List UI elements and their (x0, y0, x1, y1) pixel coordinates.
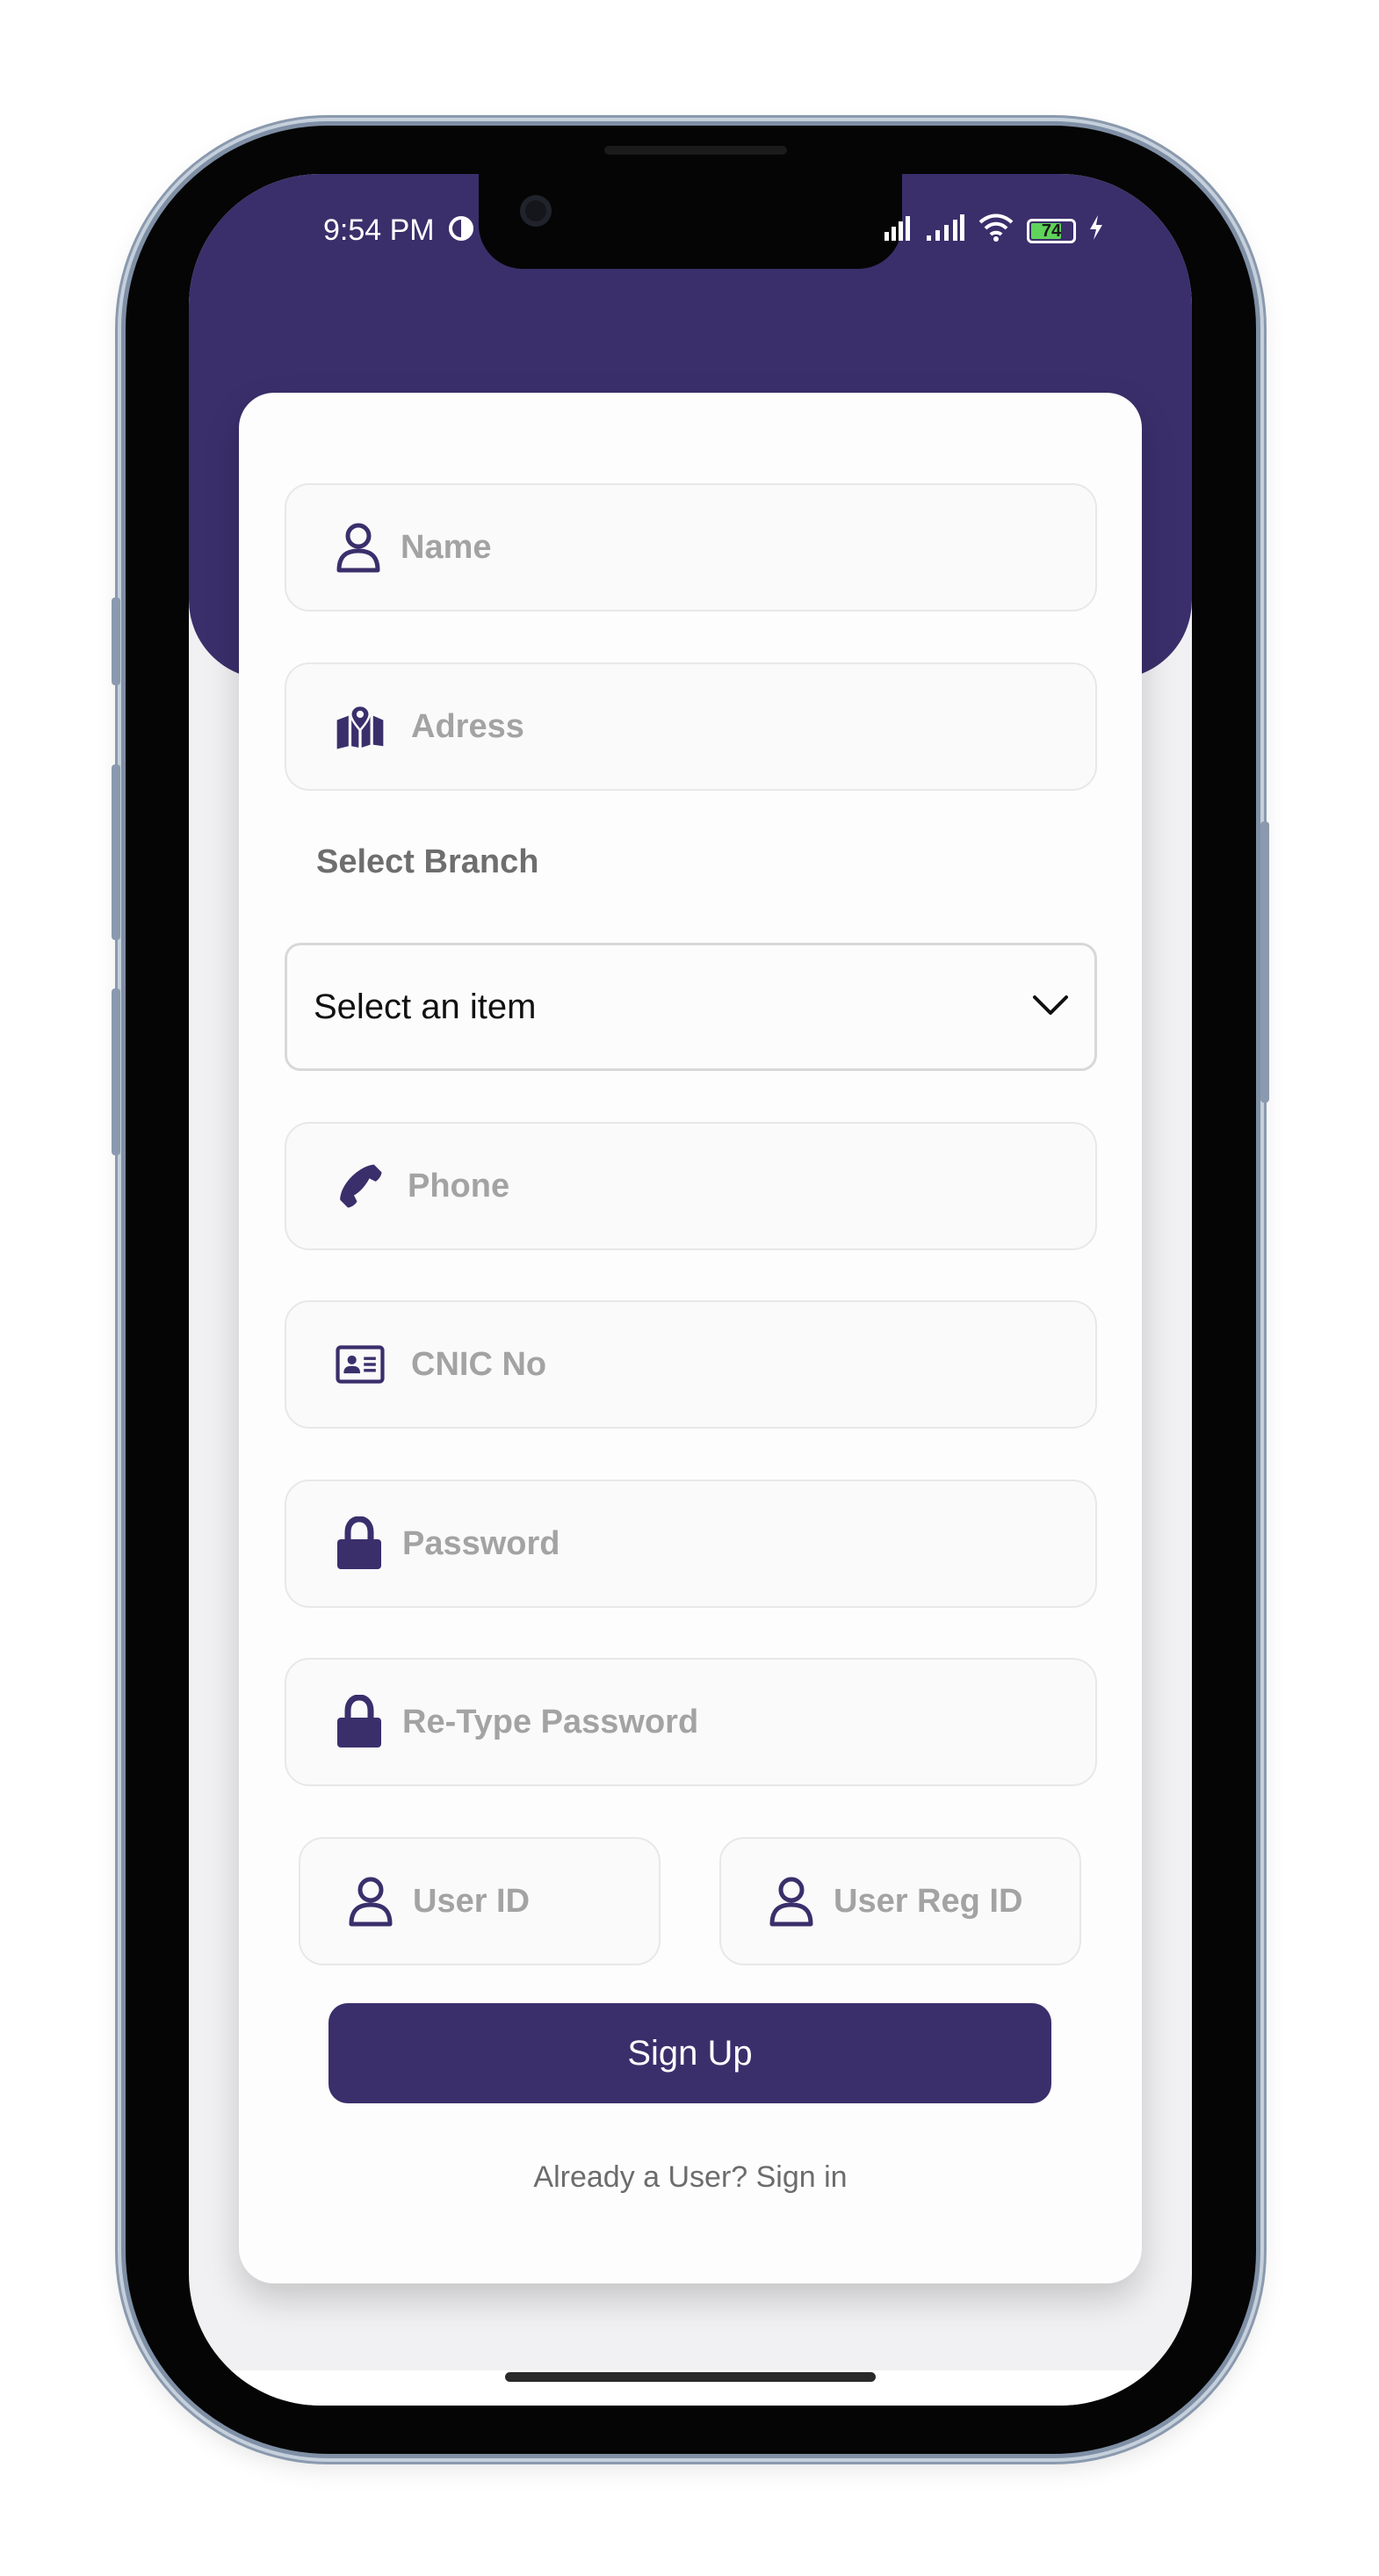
chevron-down-icon (1031, 993, 1070, 1022)
status-time: 9:54 PM (323, 213, 474, 250)
volume-down-button (112, 988, 120, 1155)
retype-password-input[interactable] (401, 1702, 1095, 1742)
map-pin-icon (336, 700, 385, 753)
camera-icon (520, 195, 552, 227)
address-input[interactable] (409, 706, 1095, 747)
password-input[interactable] (401, 1523, 1095, 1564)
signal-icon (883, 214, 913, 248)
signup-button[interactable]: Sign Up (329, 2003, 1051, 2103)
dnd-icon (448, 215, 474, 250)
signal-icon (925, 214, 965, 248)
battery-text: 74 (1041, 221, 1062, 241)
user-reg-id-field[interactable] (719, 1837, 1081, 1965)
status-icons: 74 (883, 213, 1104, 249)
person-icon (336, 521, 381, 574)
cnic-input[interactable] (409, 1344, 1095, 1385)
user-reg-id-input[interactable] (832, 1881, 1079, 1921)
silent-switch (112, 597, 120, 685)
retype-password-field[interactable] (285, 1658, 1097, 1786)
signin-link[interactable]: Already a User? Sign in (239, 2160, 1142, 2195)
home-indicator[interactable] (505, 2372, 876, 2382)
volume-up-button (112, 764, 120, 940)
charging-icon (1088, 214, 1104, 248)
earpiece-speaker (604, 146, 787, 155)
power-button (1260, 821, 1269, 1103)
phone-screen: Select Branch Select an item (189, 174, 1192, 2406)
wifi-icon (978, 213, 1014, 249)
lock-icon (336, 1695, 383, 1748)
branch-select-value: Select an item (314, 987, 537, 1026)
phone-input[interactable] (406, 1166, 1095, 1206)
password-field[interactable] (285, 1480, 1097, 1608)
person-icon (348, 1875, 393, 1928)
name-field[interactable] (285, 483, 1097, 611)
status-time-text: 9:54 PM (323, 213, 435, 247)
address-field[interactable] (285, 662, 1097, 791)
id-card-icon (336, 1338, 385, 1391)
branch-label: Select Branch (316, 843, 539, 880)
signup-card: Select Branch Select an item (239, 393, 1142, 2283)
branch-select[interactable]: Select an item (285, 943, 1097, 1071)
cnic-field[interactable] (285, 1300, 1097, 1429)
person-icon (769, 1875, 814, 1928)
phone-icon (336, 1160, 385, 1212)
lock-icon (336, 1516, 383, 1570)
phone-field[interactable] (285, 1122, 1097, 1250)
battery-icon: 74 (1027, 219, 1076, 243)
name-input[interactable] (399, 527, 1095, 568)
user-id-input[interactable] (411, 1881, 659, 1921)
user-id-field[interactable] (299, 1837, 661, 1965)
